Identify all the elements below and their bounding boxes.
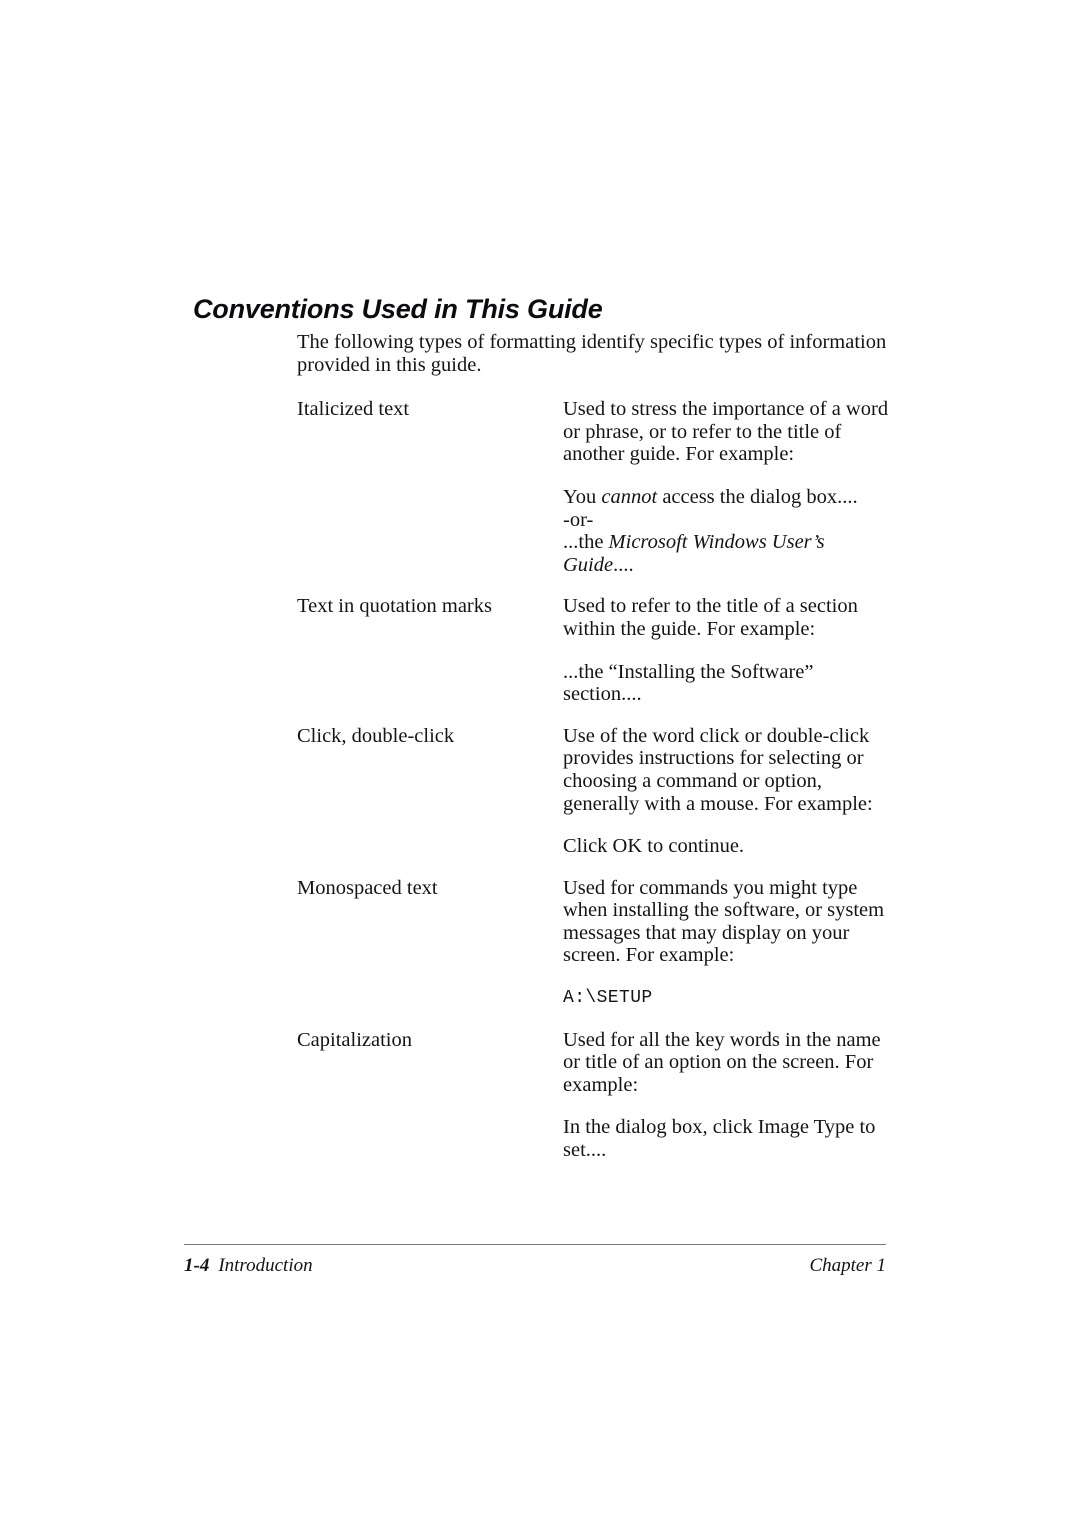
example-italic: cannot [601, 485, 658, 508]
convention-row: Monospaced text Used for commands you mi… [297, 877, 897, 1010]
footer-chapter: Chapter 1 [809, 1255, 886, 1276]
convention-term: Click, double-click [297, 724, 455, 747]
convention-description-text: Used to stress the importance of a word … [563, 398, 889, 466]
convention-row: Italicized text Used to stress the impor… [297, 398, 897, 576]
footer-divider [184, 1244, 886, 1245]
convention-term: Monospaced text [297, 876, 438, 899]
convention-row: Text in quotation marks Used to refer to… [297, 595, 897, 705]
intro-text: The following types of formatting identi… [297, 331, 887, 376]
page-number: 1-4 [184, 1255, 210, 1276]
example-italic: Microsoft Windows User’s Guide [563, 531, 825, 576]
convention-example-code: A:\SETUP [563, 988, 653, 1009]
footer-left: 1-4 Introduction [184, 1255, 313, 1277]
convention-row: Click, double-click Use of the word clic… [297, 725, 897, 858]
convention-description-text: Used for commands you might type when in… [563, 876, 885, 967]
convention-example: You cannot access the dialog box.... -or… [563, 486, 897, 576]
convention-description: Used for all the key words in the name o… [563, 1029, 897, 1162]
convention-description: Use of the word click or double-click pr… [563, 725, 897, 858]
convention-example: ...the “Installing the Software” section… [563, 660, 814, 706]
convention-description-text: Use of the word click or double-click pr… [563, 724, 873, 815]
convention-description-text: Used to refer to the title of a section … [563, 595, 858, 640]
convention-description: Used to refer to the title of a section … [563, 595, 897, 705]
footer-section-name: Introduction [218, 1255, 313, 1276]
example-line: You cannot access the dialog box.... [563, 485, 858, 508]
intro-paragraph: The following types of formatting identi… [297, 331, 887, 376]
convention-description: Used for commands you might type when in… [563, 877, 897, 1010]
convention-row: Capitalization Used for all the key word… [297, 1029, 897, 1162]
page-title: Conventions Used in This Guide [193, 294, 603, 325]
convention-term: Italicized text [297, 398, 410, 421]
document-page: Conventions Used in This Guide The follo… [0, 0, 1080, 1528]
convention-term: Capitalization [297, 1028, 412, 1051]
convention-description: Used to stress the importance of a word … [563, 398, 897, 576]
page-footer: 1-4 Introduction Chapter 1 [184, 1244, 886, 1277]
convention-description-text: Used for all the key words in the name o… [563, 1028, 881, 1096]
convention-example: In the dialog box, click Image Type to s… [563, 1116, 876, 1162]
example-line: ...the Microsoft Windows User’s Guide...… [563, 531, 825, 576]
footer-row: 1-4 Introduction Chapter 1 [184, 1255, 886, 1277]
example-line: -or- [563, 508, 594, 531]
page-content: The following types of formatting identi… [297, 331, 897, 1162]
convention-example: Click OK to continue. [563, 835, 745, 858]
convention-term: Text in quotation marks [297, 595, 492, 618]
